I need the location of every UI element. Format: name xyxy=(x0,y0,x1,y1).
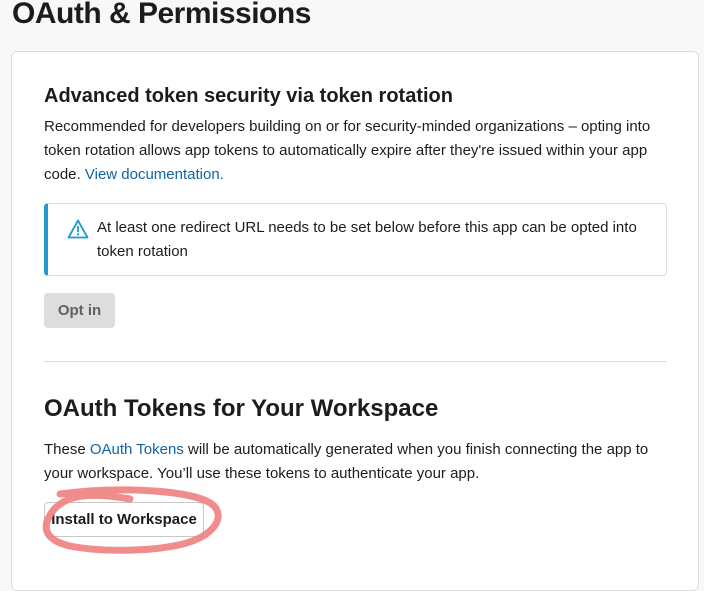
oauth-desc-before: These xyxy=(44,441,90,458)
oauth-tokens-description: These OAuth Tokens will be automatically… xyxy=(44,438,676,486)
oauth-tokens-link[interactable]: OAuth Tokens xyxy=(90,441,184,458)
oauth-tokens-heading: OAuth Tokens for Your Workspace xyxy=(44,395,439,422)
warning-triangle-icon xyxy=(67,219,89,239)
install-to-workspace-button[interactable]: Install to Workspace xyxy=(44,502,204,537)
alert-message: At least one redirect URL needs to be se… xyxy=(97,219,637,260)
view-documentation-link[interactable]: View documentation. xyxy=(85,166,224,183)
page-title: OAuth & Permissions xyxy=(12,0,311,30)
token-rotation-heading: Advanced token security via token rotati… xyxy=(44,85,453,107)
opt-in-button[interactable]: Opt in xyxy=(44,293,115,328)
section-divider xyxy=(44,361,667,362)
redirect-url-alert: At least one redirect URL needs to be se… xyxy=(44,203,667,276)
token-rotation-description: Recommended for developers building on o… xyxy=(44,115,676,187)
